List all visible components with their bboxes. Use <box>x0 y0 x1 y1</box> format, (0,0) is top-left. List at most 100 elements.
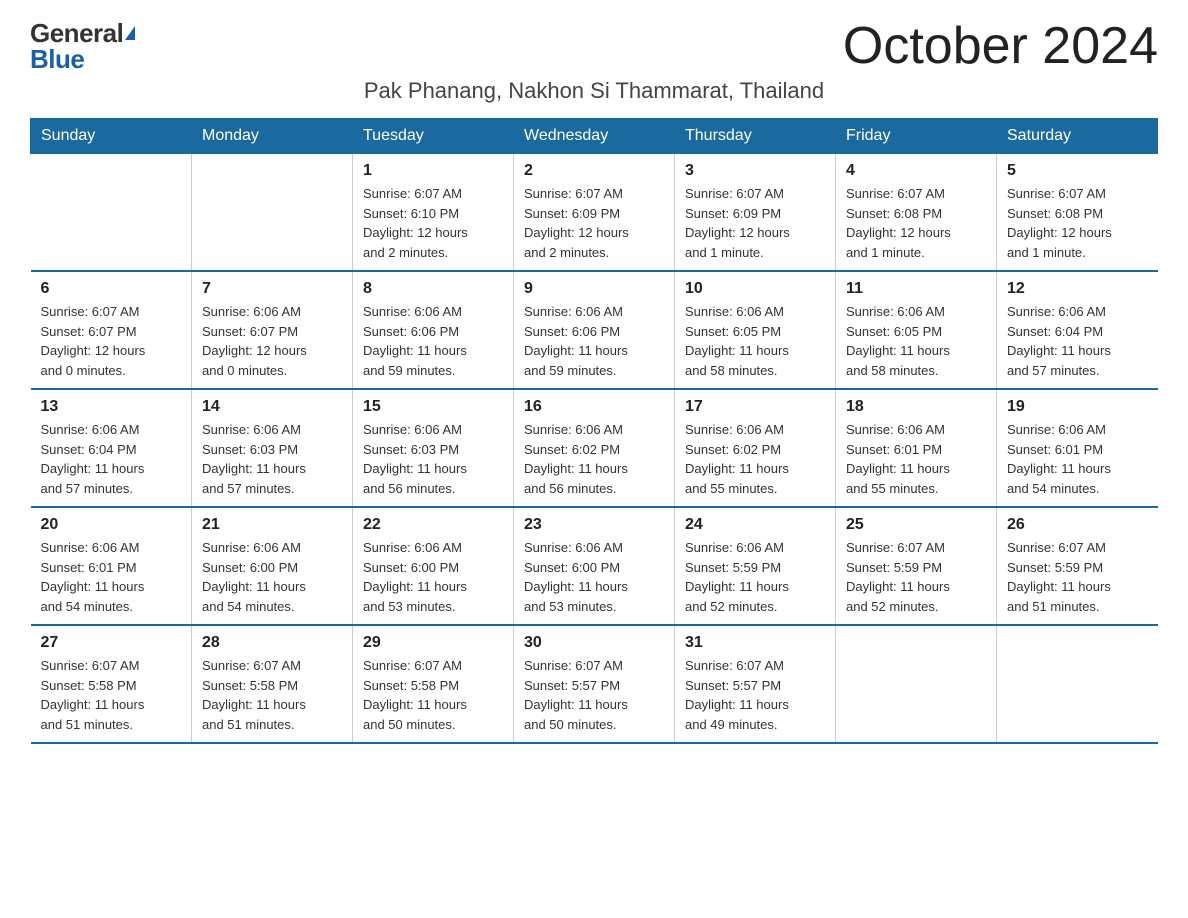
day-number: 5 <box>1007 162 1148 180</box>
day-info: Sunrise: 6:06 AMSunset: 6:04 PMDaylight:… <box>41 420 182 498</box>
day-number: 23 <box>524 516 664 534</box>
day-info: Sunrise: 6:07 AMSunset: 5:59 PMDaylight:… <box>846 538 986 616</box>
calendar-cell: 30Sunrise: 6:07 AMSunset: 5:57 PMDayligh… <box>514 625 675 743</box>
calendar-cell: 9 Sunrise: 6:06 AMSunset: 6:06 PMDaylight… <box>514 271 675 389</box>
day-number: 27 <box>41 634 182 652</box>
day-number: 12 <box>1007 280 1148 298</box>
col-wednesday: Wednesday <box>514 119 675 154</box>
day-info: Sunrise: 6:06 AMSunset: 6:06 PMDaylight:… <box>363 302 503 380</box>
col-sunday: Sunday <box>31 119 192 154</box>
calendar-cell: 17 Sunrise: 6:06 AMSunset: 6:02 PMDayligh… <box>675 389 836 507</box>
col-monday: Monday <box>192 119 353 154</box>
col-saturday: Saturday <box>997 119 1158 154</box>
day-info: Sunrise: 6:06 AMSunset: 6:02 PMDaylight:… <box>685 420 825 498</box>
day-info: Sunrise: 6:07 AMSunset: 6:09 PMDaylight:… <box>524 184 664 262</box>
day-info: Sunrise: 6:06 AMSunset: 6:01 PMDaylight:… <box>41 538 182 616</box>
col-thursday: Thursday <box>675 119 836 154</box>
calendar-cell: 4Sunrise: 6:07 AMSunset: 6:08 PMDaylight… <box>836 154 997 272</box>
calendar-cell: 21Sunrise: 6:06 AMSunset: 6:00 PMDayligh… <box>192 507 353 625</box>
calendar-cell: 16 Sunrise: 6:06 AMSunset: 6:02 PMDayligh… <box>514 389 675 507</box>
calendar-cell: 10 Sunrise: 6:06 AMSunset: 6:05 PMDayligh… <box>675 271 836 389</box>
day-info: Sunrise: 6:06 AMSunset: 5:59 PMDaylight:… <box>685 538 825 616</box>
calendar-cell: 24Sunrise: 6:06 AMSunset: 5:59 PMDayligh… <box>675 507 836 625</box>
calendar-cell: 27Sunrise: 6:07 AMSunset: 5:58 PMDayligh… <box>31 625 192 743</box>
day-info: Sunrise: 6:07 AMSunset: 5:57 PMDaylight:… <box>685 656 825 734</box>
calendar-cell: 19 Sunrise: 6:06 AMSunset: 6:01 PMDayligh… <box>997 389 1158 507</box>
day-info: Sunrise: 6:07 AMSunset: 6:09 PMDaylight:… <box>685 184 825 262</box>
logo-blue-text: Blue <box>30 46 84 72</box>
logo: General Blue <box>30 20 135 72</box>
day-number: 15 <box>363 398 503 416</box>
day-info: Sunrise: 6:06 AMSunset: 6:03 PMDaylight:… <box>363 420 503 498</box>
calendar-cell: 14 Sunrise: 6:06 AMSunset: 6:03 PMDayligh… <box>192 389 353 507</box>
day-info: Sunrise: 6:06 AMSunset: 6:01 PMDaylight:… <box>846 420 986 498</box>
calendar-cell: 13 Sunrise: 6:06 AMSunset: 6:04 PMDayligh… <box>31 389 192 507</box>
day-info: Sunrise: 6:07 AMSunset: 5:58 PMDaylight:… <box>202 656 342 734</box>
calendar-week-row: 20 Sunrise: 6:06 AMSunset: 6:01 PMDayligh… <box>31 507 1158 625</box>
calendar-cell <box>31 154 192 272</box>
calendar-week-row: 1Sunrise: 6:07 AMSunset: 6:10 PMDaylight… <box>31 154 1158 272</box>
calendar-cell: 25 Sunrise: 6:07 AMSunset: 5:59 PMDayligh… <box>836 507 997 625</box>
day-number: 14 <box>202 398 342 416</box>
day-info: Sunrise: 6:06 AMSunset: 6:03 PMDaylight:… <box>202 420 342 498</box>
day-number: 10 <box>685 280 825 298</box>
day-number: 19 <box>1007 398 1148 416</box>
calendar-cell: 1Sunrise: 6:07 AMSunset: 6:10 PMDaylight… <box>353 154 514 272</box>
calendar-cell: 12Sunrise: 6:06 AMSunset: 6:04 PMDayligh… <box>997 271 1158 389</box>
day-info: Sunrise: 6:07 AMSunset: 5:58 PMDaylight:… <box>363 656 503 734</box>
calendar-header: Sunday Monday Tuesday Wednesday Thursday… <box>31 119 1158 154</box>
calendar-cell: 2 Sunrise: 6:07 AMSunset: 6:09 PMDaylight… <box>514 154 675 272</box>
calendar-cell: 22Sunrise: 6:06 AMSunset: 6:00 PMDayligh… <box>353 507 514 625</box>
day-number: 31 <box>685 634 825 652</box>
day-number: 8 <box>363 280 503 298</box>
header-row: Sunday Monday Tuesday Wednesday Thursday… <box>31 119 1158 154</box>
day-info: Sunrise: 6:06 AMSunset: 6:05 PMDaylight:… <box>685 302 825 380</box>
day-number: 20 <box>41 516 182 534</box>
day-info: Sunrise: 6:06 AMSunset: 6:00 PMDaylight:… <box>363 538 503 616</box>
day-number: 16 <box>524 398 664 416</box>
day-info: Sunrise: 6:07 AMSunset: 6:08 PMDaylight:… <box>1007 184 1148 262</box>
day-number: 13 <box>41 398 182 416</box>
day-info: Sunrise: 6:06 AMSunset: 6:05 PMDaylight:… <box>846 302 986 380</box>
day-number: 7 <box>202 280 342 298</box>
header-top: General Blue October 2024 <box>30 20 1158 72</box>
day-info: Sunrise: 6:07 AMSunset: 6:07 PMDaylight:… <box>41 302 182 380</box>
day-number: 28 <box>202 634 342 652</box>
calendar-cell <box>997 625 1158 743</box>
calendar-cell <box>836 625 997 743</box>
calendar-cell: 29Sunrise: 6:07 AMSunset: 5:58 PMDayligh… <box>353 625 514 743</box>
day-number: 9 <box>524 280 664 298</box>
col-tuesday: Tuesday <box>353 119 514 154</box>
day-info: Sunrise: 6:07 AMSunset: 6:08 PMDaylight:… <box>846 184 986 262</box>
day-number: 6 <box>41 280 182 298</box>
month-year-title: October 2024 <box>843 20 1158 72</box>
day-info: Sunrise: 6:06 AMSunset: 6:06 PMDaylight:… <box>524 302 664 380</box>
day-info: Sunrise: 6:06 AMSunset: 6:01 PMDaylight:… <box>1007 420 1148 498</box>
calendar-cell: 26 Sunrise: 6:07 AMSunset: 5:59 PMDayligh… <box>997 507 1158 625</box>
day-number: 17 <box>685 398 825 416</box>
logo-general-text: General <box>30 20 123 46</box>
calendar-cell: 23 Sunrise: 6:06 AMSunset: 6:00 PMDayligh… <box>514 507 675 625</box>
calendar-cell: 5 Sunrise: 6:07 AMSunset: 6:08 PMDaylight… <box>997 154 1158 272</box>
calendar-cell: 28 Sunrise: 6:07 AMSunset: 5:58 PMDayligh… <box>192 625 353 743</box>
calendar-cell: 6 Sunrise: 6:07 AMSunset: 6:07 PMDaylight… <box>31 271 192 389</box>
day-number: 2 <box>524 162 664 180</box>
calendar-cell: 20 Sunrise: 6:06 AMSunset: 6:01 PMDayligh… <box>31 507 192 625</box>
day-info: Sunrise: 6:07 AMSunset: 5:59 PMDaylight:… <box>1007 538 1148 616</box>
calendar-week-row: 13 Sunrise: 6:06 AMSunset: 6:04 PMDayligh… <box>31 389 1158 507</box>
calendar-cell: 11 Sunrise: 6:06 AMSunset: 6:05 PMDayligh… <box>836 271 997 389</box>
day-number: 11 <box>846 280 986 298</box>
calendar-body: 1Sunrise: 6:07 AMSunset: 6:10 PMDaylight… <box>31 154 1158 744</box>
day-info: Sunrise: 6:06 AMSunset: 6:00 PMDaylight:… <box>524 538 664 616</box>
calendar-cell: 7Sunrise: 6:06 AMSunset: 6:07 PMDaylight… <box>192 271 353 389</box>
day-number: 26 <box>1007 516 1148 534</box>
col-friday: Friday <box>836 119 997 154</box>
calendar-week-row: 27 Sunrise: 6:07 AMSunset: 5:58 PMDayligh… <box>31 625 1158 743</box>
calendar-cell: 8 Sunrise: 6:06 AMSunset: 6:06 PMDaylight… <box>353 271 514 389</box>
calendar-cell: 3Sunrise: 6:07 AMSunset: 6:09 PMDaylight… <box>675 154 836 272</box>
calendar-cell <box>192 154 353 272</box>
calendar-week-row: 6 Sunrise: 6:07 AMSunset: 6:07 PMDaylight… <box>31 271 1158 389</box>
day-number: 25 <box>846 516 986 534</box>
location-subtitle: Pak Phanang, Nakhon Si Thammarat, Thaila… <box>30 78 1158 104</box>
day-info: Sunrise: 6:06 AMSunset: 6:02 PMDaylight:… <box>524 420 664 498</box>
